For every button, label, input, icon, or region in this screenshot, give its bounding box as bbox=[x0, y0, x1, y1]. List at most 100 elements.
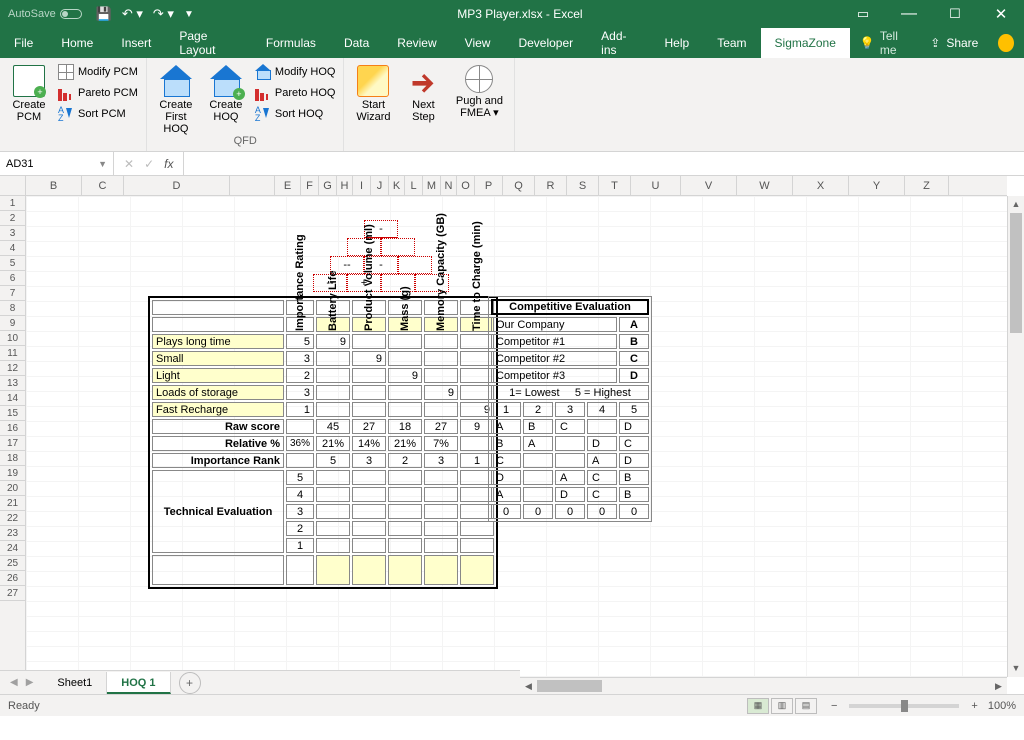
row-header[interactable]: 4 bbox=[0, 241, 25, 256]
scroll-thumb[interactable] bbox=[1010, 213, 1022, 333]
tab-developer[interactable]: Developer bbox=[504, 28, 587, 58]
tab-addins[interactable]: Add-ins bbox=[587, 28, 650, 58]
spreadsheet-grid[interactable]: BCDEFGHIJKLMNOPQRSTUVWXYZ 12345678910111… bbox=[0, 176, 1024, 694]
row-header[interactable]: 8 bbox=[0, 301, 25, 316]
column-header[interactable]: B bbox=[26, 176, 82, 195]
column-header[interactable]: L bbox=[405, 176, 423, 195]
tab-formulas[interactable]: Formulas bbox=[252, 28, 330, 58]
fx-icon[interactable]: fx bbox=[164, 157, 173, 171]
row-header[interactable]: 22 bbox=[0, 511, 25, 526]
tab-help[interactable]: Help bbox=[651, 28, 704, 58]
scroll-up-icon[interactable]: ▲ bbox=[1008, 196, 1024, 213]
column-header[interactable]: X bbox=[793, 176, 849, 195]
column-header[interactable]: K bbox=[389, 176, 405, 195]
start-wizard-button[interactable]: Start Wizard bbox=[350, 62, 396, 135]
new-sheet-button[interactable]: + bbox=[179, 672, 201, 694]
create-pcm-button[interactable]: Create PCM bbox=[6, 62, 52, 135]
column-header[interactable]: F bbox=[301, 176, 319, 195]
column-header[interactable]: H bbox=[337, 176, 353, 195]
tab-file[interactable]: File bbox=[0, 28, 47, 58]
row-header[interactable]: 12 bbox=[0, 361, 25, 376]
tab-view[interactable]: View bbox=[451, 28, 505, 58]
column-header[interactable]: P bbox=[475, 176, 503, 195]
row-header[interactable]: 20 bbox=[0, 481, 25, 496]
select-all-corner[interactable] bbox=[0, 176, 26, 195]
zoom-level[interactable]: 100% bbox=[982, 700, 1016, 712]
autosave-toggle[interactable]: AutoSave bbox=[0, 8, 90, 20]
zoom-knob[interactable] bbox=[901, 700, 908, 712]
column-header[interactable]: E bbox=[275, 176, 301, 195]
row-header[interactable]: 2 bbox=[0, 211, 25, 226]
save-icon[interactable]: 💾 bbox=[96, 6, 112, 22]
zoom-slider[interactable] bbox=[849, 704, 959, 708]
tab-home[interactable]: Home bbox=[47, 28, 107, 58]
tab-sigmazone[interactable]: SigmaZone bbox=[761, 28, 850, 58]
row-header[interactable]: 6 bbox=[0, 271, 25, 286]
column-header[interactable]: J bbox=[371, 176, 389, 195]
row-header[interactable]: 21 bbox=[0, 496, 25, 511]
tab-insert[interactable]: Insert bbox=[107, 28, 165, 58]
row-header[interactable]: 26 bbox=[0, 571, 25, 586]
column-header[interactable]: Y bbox=[849, 176, 905, 195]
column-header[interactable]: O bbox=[457, 176, 475, 195]
column-header[interactable]: W bbox=[737, 176, 793, 195]
row-header[interactable]: 13 bbox=[0, 376, 25, 391]
name-box[interactable]: AD31 ▼ bbox=[0, 152, 114, 175]
ribbon-display-icon[interactable]: ▭ bbox=[840, 0, 886, 28]
column-header[interactable]: N bbox=[441, 176, 457, 195]
share-button[interactable]: ⇪ Share bbox=[920, 28, 988, 58]
sort-pcm-button[interactable]: Sort PCM bbox=[56, 104, 140, 124]
undo-icon[interactable]: ↶ ▾ bbox=[122, 6, 143, 22]
scroll-down-icon[interactable]: ▼ bbox=[1008, 660, 1024, 677]
name-box-dropdown-icon[interactable]: ▼ bbox=[98, 159, 107, 169]
scroll-thumb-h[interactable] bbox=[537, 680, 602, 692]
vertical-scrollbar[interactable]: ▲ ▼ bbox=[1007, 196, 1024, 677]
tell-me-search[interactable]: 💡 Tell me bbox=[850, 28, 920, 58]
create-hoq-button[interactable]: + Create HOQ bbox=[203, 62, 249, 135]
column-header[interactable]: I bbox=[353, 176, 371, 195]
scroll-left-icon[interactable]: ◀ bbox=[520, 678, 537, 694]
minimize-icon[interactable]: — bbox=[886, 0, 932, 28]
maximize-icon[interactable]: ☐ bbox=[932, 0, 978, 28]
row-header[interactable]: 18 bbox=[0, 451, 25, 466]
redo-icon[interactable]: ↷ ▾ bbox=[153, 6, 174, 22]
sheet-nav[interactable]: ◀▶ bbox=[0, 677, 43, 688]
row-header[interactable]: 14 bbox=[0, 391, 25, 406]
tab-review[interactable]: Review bbox=[383, 28, 450, 58]
column-header[interactable]: C bbox=[82, 176, 124, 195]
row-header[interactable]: 15 bbox=[0, 406, 25, 421]
tab-data[interactable]: Data bbox=[330, 28, 383, 58]
feedback-icon[interactable] bbox=[998, 34, 1014, 52]
zoom-in-icon[interactable]: + bbox=[967, 700, 981, 712]
column-header[interactable]: S bbox=[567, 176, 599, 195]
next-step-button[interactable]: Next Step bbox=[400, 62, 446, 135]
close-icon[interactable]: ✕ bbox=[978, 0, 1024, 28]
row-header[interactable]: 19 bbox=[0, 466, 25, 481]
qat-menu-icon[interactable]: ▼ bbox=[184, 9, 194, 20]
sort-hoq-button[interactable]: Sort HOQ bbox=[253, 104, 338, 124]
row-header[interactable]: 7 bbox=[0, 286, 25, 301]
sheet-tab-sheet1[interactable]: Sheet1 bbox=[43, 672, 107, 694]
normal-view-icon[interactable]: ▦ bbox=[747, 698, 769, 714]
row-header[interactable]: 3 bbox=[0, 226, 25, 241]
row-header[interactable]: 10 bbox=[0, 331, 25, 346]
scroll-right-icon[interactable]: ▶ bbox=[990, 678, 1007, 694]
page-break-view-icon[interactable]: ▤ bbox=[795, 698, 817, 714]
pareto-pcm-button[interactable]: Pareto PCM bbox=[56, 83, 140, 103]
modify-hoq-button[interactable]: Modify HOQ bbox=[253, 62, 338, 82]
modify-pcm-button[interactable]: Modify PCM bbox=[56, 62, 140, 82]
row-header[interactable]: 9 bbox=[0, 316, 25, 331]
row-header[interactable]: 11 bbox=[0, 346, 25, 361]
row-header[interactable]: 23 bbox=[0, 526, 25, 541]
cancel-formula-icon[interactable]: ✕ bbox=[124, 157, 134, 171]
column-header[interactable] bbox=[230, 176, 275, 195]
page-layout-view-icon[interactable]: ▥ bbox=[771, 698, 793, 714]
column-header[interactable]: R bbox=[535, 176, 567, 195]
row-header[interactable]: 24 bbox=[0, 541, 25, 556]
pugh-fmea-button[interactable]: Pugh and FMEA ▾ bbox=[450, 62, 508, 135]
column-header[interactable]: Z bbox=[905, 176, 949, 195]
sheet-tab-hoq1[interactable]: HOQ 1 bbox=[107, 672, 170, 694]
row-header[interactable]: 17 bbox=[0, 436, 25, 451]
column-header[interactable]: D bbox=[124, 176, 230, 195]
tab-team[interactable]: Team bbox=[703, 28, 760, 58]
